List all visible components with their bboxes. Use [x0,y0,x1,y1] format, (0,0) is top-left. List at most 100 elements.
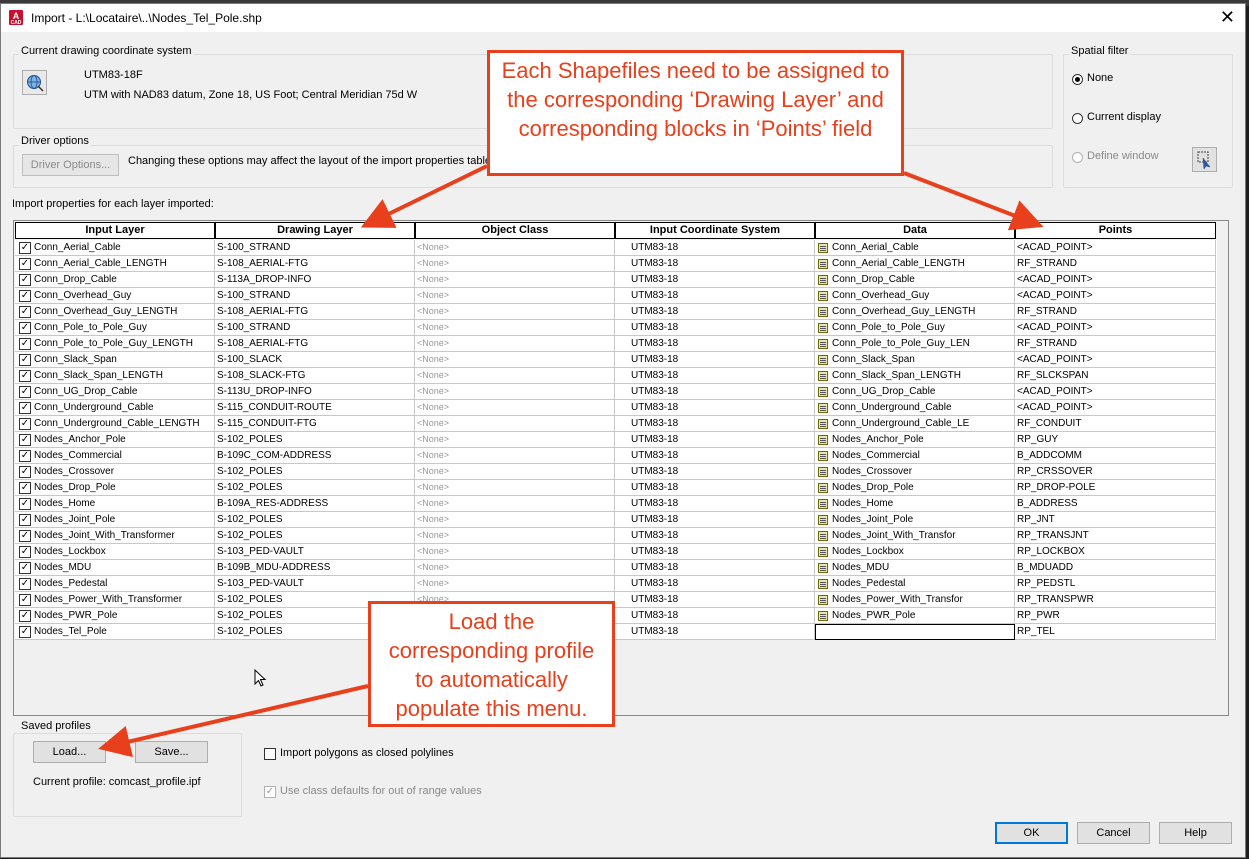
input-coordinate-system-cell[interactable]: UTM83-18 [615,544,815,560]
object-class-cell[interactable]: <None> [415,544,615,560]
input-layer-cell[interactable]: ✓ Nodes_Home [15,496,215,512]
table-row[interactable]: ✓ Nodes_Home B-109A_RES-ADDRESS <None> UTM83… [15,496,1217,512]
input-coordinate-system-cell[interactable]: UTM83-18 [615,416,815,432]
points-cell[interactable]: RP_PWR [1015,608,1216,624]
input-layer-cell[interactable]: ✓ Nodes_Commercial [15,448,215,464]
table-row[interactable]: ✓ Nodes_Lockbox S-103_PED-VAULT <None> UTM83… [15,544,1217,560]
input-coordinate-system-cell[interactable]: UTM83-18 [615,256,815,272]
table-row[interactable]: ✓ Conn_Slack_Span S-100_SLACK <None> UTM83-1… [15,352,1217,368]
spatial-filter-current-display-label[interactable]: Current display [1087,111,1161,123]
points-cell[interactable]: RP_CRSSOVER [1015,464,1216,480]
save-profile-button[interactable]: Save... [135,741,208,763]
data-cell[interactable]: Conn_Aerial_Cable [815,240,1015,256]
row-include-checkbox[interactable]: ✓ [19,338,31,350]
import-polygons-checkbox[interactable] [264,748,276,760]
points-cell[interactable]: B_MDUADD [1015,560,1216,576]
data-cell[interactable]: Conn_Overhead_Guy [815,288,1015,304]
drawing-layer-cell[interactable]: S-108_SLACK-FTG [215,368,415,384]
points-cell[interactable]: B_ADDRESS [1015,496,1216,512]
points-cell[interactable]: RP_TEL [1015,624,1216,640]
data-cell[interactable]: Nodes_Commercial [815,448,1015,464]
input-coordinate-system-cell[interactable]: UTM83-18 [615,592,815,608]
object-class-cell[interactable]: <None> [415,576,615,592]
row-include-checkbox[interactable]: ✓ [19,274,31,286]
points-cell[interactable]: RP_PEDSTL [1015,576,1216,592]
drawing-layer-cell[interactable]: S-108_AERIAL-FTG [215,256,415,272]
data-cell[interactable]: Conn_Slack_Span [815,352,1015,368]
row-include-checkbox[interactable]: ✓ [19,386,31,398]
input-coordinate-system-cell[interactable]: UTM83-18 [615,400,815,416]
object-class-cell[interactable]: <None> [415,368,615,384]
column-header-input-coordinate-system[interactable]: Input Coordinate System [615,222,815,239]
input-layer-cell[interactable]: ✓ Nodes_Joint_With_Transformer [15,528,215,544]
table-row[interactable]: ✓ Nodes_Tel_Pole S-102_POLES UTM83-18 RP_TEL [15,624,1217,640]
row-include-checkbox[interactable]: ✓ [19,450,31,462]
input-coordinate-system-cell[interactable]: UTM83-18 [615,368,815,384]
spatial-filter-none-radio[interactable] [1072,74,1083,85]
table-row[interactable]: ✓ Nodes_Commercial B-109C_COM-ADDRESS <None… [15,448,1217,464]
table-row[interactable]: ✓ Conn_Drop_Cable S-113A_DROP-INFO <None> UT… [15,272,1217,288]
data-cell[interactable]: Conn_Slack_Span_LENGTH [815,368,1015,384]
object-class-cell[interactable]: <None> [415,240,615,256]
row-include-checkbox[interactable]: ✓ [19,530,31,542]
class-defaults-checkbox[interactable]: ✓ [264,786,276,798]
spatial-filter-define-window-radio[interactable] [1072,152,1083,163]
data-cell[interactable]: Nodes_Joint_With_Transfor [815,528,1015,544]
input-layer-cell[interactable]: ✓ Nodes_Joint_Pole [15,512,215,528]
points-cell[interactable]: RP_GUY [1015,432,1216,448]
row-include-checkbox[interactable]: ✓ [19,610,31,622]
input-layer-cell[interactable]: ✓ Conn_Underground_Cable_LENGTH [15,416,215,432]
data-cell[interactable]: Nodes_Home [815,496,1015,512]
driver-options-button[interactable]: Driver Options... [22,154,119,176]
table-row[interactable]: ✓ Nodes_MDU B-109B_MDU-ADDRESS <None> UTM83-… [15,560,1217,576]
input-coordinate-system-cell[interactable]: UTM83-18 [615,384,815,400]
row-include-checkbox[interactable]: ✓ [19,402,31,414]
input-coordinate-system-cell[interactable]: UTM83-18 [615,560,815,576]
table-row[interactable]: ✓ Conn_Aerial_Cable_LENGTH S-108_AERIAL-FT… [15,256,1217,272]
cancel-button[interactable]: Cancel [1077,822,1150,844]
input-layer-cell[interactable]: ✓ Conn_Overhead_Guy [15,288,215,304]
data-cell[interactable]: Conn_UG_Drop_Cable [815,384,1015,400]
data-cell[interactable]: Conn_Underground_Cable [815,400,1015,416]
object-class-cell[interactable]: <None> [415,272,615,288]
input-layer-cell[interactable]: ✓ Conn_Aerial_Cable [15,240,215,256]
row-include-checkbox[interactable]: ✓ [19,594,31,606]
row-include-checkbox[interactable]: ✓ [19,434,31,446]
input-coordinate-system-cell[interactable]: UTM83-18 [615,432,815,448]
drawing-layer-cell[interactable]: S-108_AERIAL-FTG [215,336,415,352]
data-cell[interactable]: Conn_Pole_to_Pole_Guy [815,320,1015,336]
table-row[interactable]: ✓ Conn_Overhead_Guy S-100_STRAND <None> UTM8… [15,288,1217,304]
points-cell[interactable]: <ACAD_POINT> [1015,240,1216,256]
spatial-filter-current-display-radio[interactable] [1072,113,1083,124]
row-include-checkbox[interactable]: ✓ [19,242,31,254]
drawing-layer-cell[interactable]: S-100_STRAND [215,320,415,336]
globe-icon[interactable] [22,70,47,95]
input-layer-cell[interactable]: ✓ Conn_Slack_Span_LENGTH [15,368,215,384]
class-defaults-label[interactable]: Use class defaults for out of range valu… [280,785,482,797]
input-layer-cell[interactable]: ✓ Nodes_Drop_Pole [15,480,215,496]
drawing-layer-cell[interactable]: B-109A_RES-ADDRESS [215,496,415,512]
drawing-layer-cell[interactable]: S-113A_DROP-INFO [215,272,415,288]
table-row[interactable]: ✓ Conn_Underground_Cable S-115_CONDUIT-ROU… [15,400,1217,416]
input-coordinate-system-cell[interactable]: UTM83-18 [615,464,815,480]
points-cell[interactable]: <ACAD_POINT> [1015,384,1216,400]
data-cell[interactable]: Nodes_PWR_Pole [815,608,1015,624]
row-include-checkbox[interactable]: ✓ [19,290,31,302]
drawing-layer-cell[interactable]: S-103_PED-VAULT [215,576,415,592]
table-row[interactable]: ✓ Nodes_Drop_Pole S-102_POLES <None> UTM83-1… [15,480,1217,496]
points-cell[interactable]: RP_TRANSJNT [1015,528,1216,544]
object-class-cell[interactable]: <None> [415,464,615,480]
table-row[interactable]: ✓ Conn_UG_Drop_Cable S-113U_DROP-INFO <None… [15,384,1217,400]
points-cell[interactable]: RF_STRAND [1015,304,1216,320]
row-include-checkbox[interactable]: ✓ [19,514,31,526]
points-cell[interactable]: <ACAD_POINT> [1015,352,1216,368]
drawing-layer-cell[interactable]: S-115_CONDUIT-FTG [215,416,415,432]
row-include-checkbox[interactable]: ✓ [19,578,31,590]
load-profile-button[interactable]: Load... [33,741,106,763]
help-button[interactable]: Help [1159,822,1232,844]
drawing-layer-cell[interactable]: S-100_STRAND [215,288,415,304]
data-cell[interactable]: Nodes_Crossover [815,464,1015,480]
row-include-checkbox[interactable]: ✓ [19,306,31,318]
object-class-cell[interactable]: <None> [415,432,615,448]
table-row[interactable]: ✓Nodes_PWR_PoleS-102_POLES<None>UTM83-18… [15,608,1217,624]
